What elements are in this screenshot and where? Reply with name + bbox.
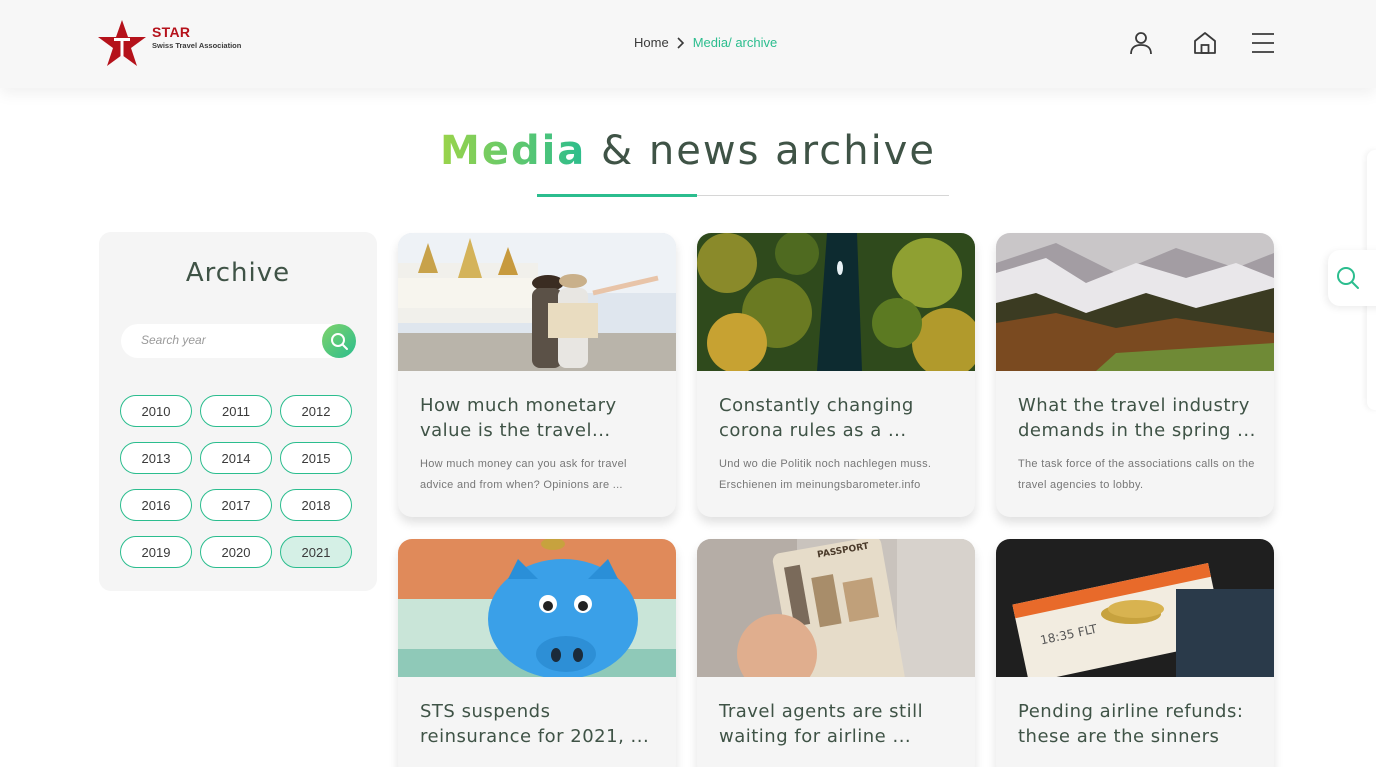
card-image-tickets: 18:35 FLT xyxy=(996,539,1274,677)
side-search-tab[interactable] xyxy=(1328,250,1376,306)
news-card[interactable]: What the travel industry demands in the … xyxy=(996,233,1274,517)
breadcrumb-home[interactable]: Home xyxy=(634,35,669,50)
card-image-tourists xyxy=(398,233,676,371)
year-button[interactable]: 2010 xyxy=(120,395,192,427)
page-title-rest: & news archive xyxy=(586,128,936,174)
card-image-passport: PASSPORT xyxy=(697,539,975,677)
news-card[interactable]: PASSPORT Travel agents are still waiting… xyxy=(697,539,975,767)
logo-subtitle: Swiss Travel Association xyxy=(152,41,242,50)
header: STAR Swiss Travel Association Home Media… xyxy=(0,0,1376,88)
search-icon xyxy=(331,333,348,350)
year-search-button[interactable] xyxy=(322,324,356,358)
page-title: Media & news archive xyxy=(440,128,936,174)
chevron-right-icon xyxy=(677,36,684,49)
card-image-mountains xyxy=(996,233,1274,371)
title-divider-accent xyxy=(537,194,697,197)
year-button[interactable]: 2013 xyxy=(120,442,192,474)
year-button[interactable]: 2012 xyxy=(280,395,352,427)
breadcrumb: Home Media/ archive xyxy=(634,35,777,50)
year-search-input[interactable] xyxy=(141,333,311,347)
card-title: Constantly changing corona rules as a ..… xyxy=(719,395,914,441)
year-search xyxy=(121,324,356,358)
card-image-forest-river xyxy=(697,233,975,371)
card-title: What the travel industry demands in the … xyxy=(1018,395,1256,441)
news-card[interactable]: How much monetary value is the travel...… xyxy=(398,233,676,517)
year-button[interactable]: 2018 xyxy=(280,489,352,521)
menu-icon[interactable] xyxy=(1250,30,1276,56)
archive-panel: Archive 2010 2011 2012 2013 2014 2015 20… xyxy=(99,232,377,591)
logo-name: STAR xyxy=(152,24,191,40)
card-title: Pending airline refunds: these are the s… xyxy=(1018,701,1244,747)
logo-text: STAR Swiss Travel Association xyxy=(152,24,241,50)
year-button[interactable]: 2017 xyxy=(200,489,272,521)
year-button[interactable]: 2019 xyxy=(120,536,192,568)
news-card[interactable]: Constantly changing corona rules as a ..… xyxy=(697,233,975,517)
year-button[interactable]: 2016 xyxy=(120,489,192,521)
logo[interactable]: STAR Swiss Travel Association xyxy=(97,18,267,68)
archive-title: Archive xyxy=(185,258,291,288)
year-button[interactable]: 2014 xyxy=(200,442,272,474)
year-list: 2010 2011 2012 2013 2014 2015 2016 2017 … xyxy=(120,395,360,568)
year-button-selected[interactable]: 2021 xyxy=(280,536,352,568)
user-icon[interactable] xyxy=(1128,30,1154,56)
card-description: How much money can you ask for travel ad… xyxy=(420,458,627,491)
breadcrumb-current: Media/ archive xyxy=(692,35,778,50)
page-title-accent: Media xyxy=(440,128,587,174)
year-button[interactable]: 2015 xyxy=(280,442,352,474)
home-icon[interactable] xyxy=(1192,30,1218,56)
news-card[interactable]: 18:35 FLT Pending airline refunds: these… xyxy=(996,539,1274,767)
card-description: Und wo die Politik noch nachlegen muss. … xyxy=(719,458,932,491)
card-title: Travel agents are still waiting for airl… xyxy=(719,701,924,747)
news-card[interactable]: STS suspends reinsurance for 2021, ... xyxy=(398,539,676,767)
card-title: How much monetary value is the travel... xyxy=(420,395,617,441)
year-button[interactable]: 2020 xyxy=(200,536,272,568)
star-logo-icon xyxy=(98,20,146,66)
card-title: STS suspends reinsurance for 2021, ... xyxy=(420,701,650,747)
page-title-wrap: Media & news archive xyxy=(0,128,1376,174)
year-button[interactable]: 2011 xyxy=(200,395,272,427)
card-image-piggy-bank xyxy=(398,539,676,677)
card-description: The task force of the associations calls… xyxy=(1018,458,1255,491)
search-icon xyxy=(1337,267,1359,289)
